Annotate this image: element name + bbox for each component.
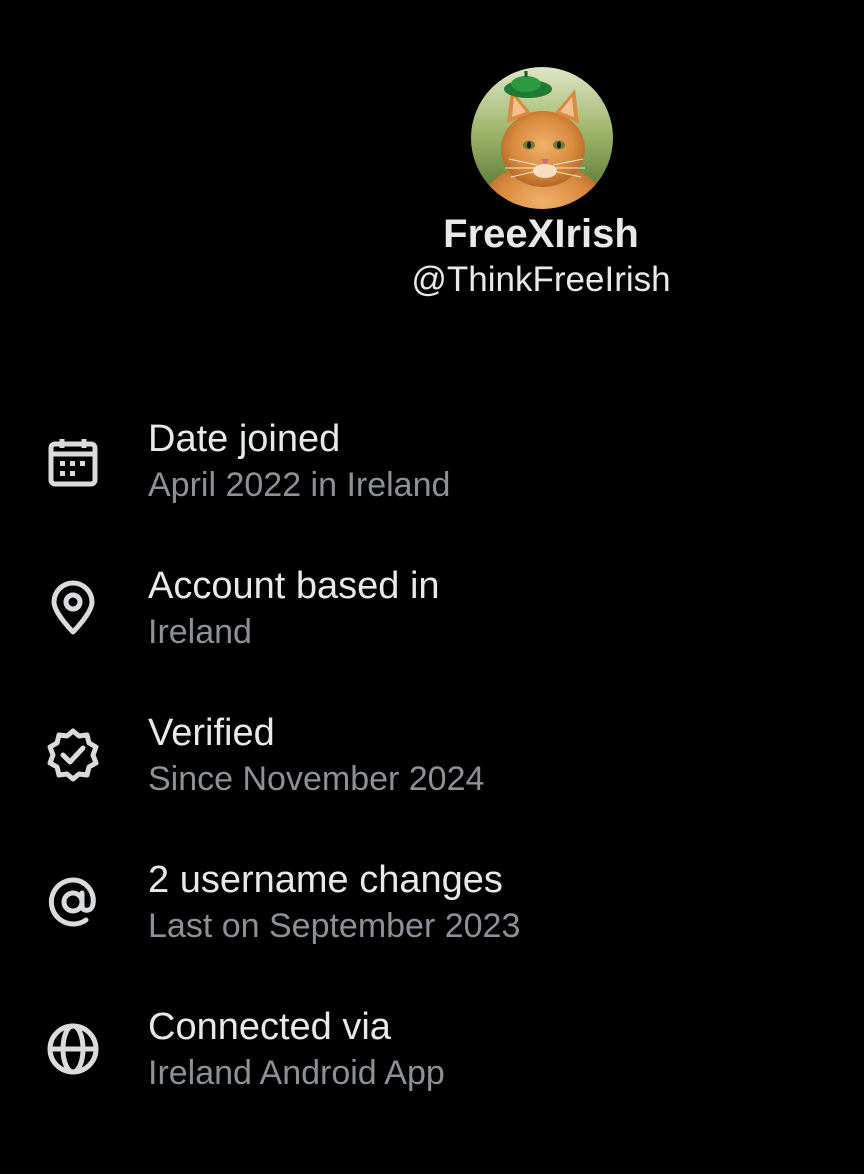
at-sign-icon bbox=[44, 873, 102, 931]
info-verified: Verified Since November 2024 bbox=[0, 706, 864, 826]
info-title: 2 username changes bbox=[148, 859, 503, 901]
info-subtitle: Since November 2024 bbox=[148, 760, 485, 798]
info-date-joined: Date joined April 2022 in Ireland bbox=[0, 412, 864, 532]
verified-badge-icon bbox=[44, 726, 102, 784]
location-pin-icon bbox=[44, 579, 102, 637]
username-handle: @ThinkFreeIrish bbox=[411, 260, 671, 299]
cat-avatar-image bbox=[471, 67, 613, 209]
info-title: Account based in bbox=[148, 565, 440, 607]
info-username-changes: 2 username changes Last on September 202… bbox=[0, 853, 864, 973]
info-title: Connected via bbox=[148, 1006, 391, 1048]
info-subtitle: April 2022 in Ireland bbox=[148, 466, 451, 504]
info-subtitle: Ireland bbox=[148, 613, 252, 651]
calendar-icon bbox=[44, 434, 102, 492]
info-account-based-in: Account based in Ireland bbox=[0, 559, 864, 679]
info-title: Verified bbox=[148, 712, 275, 754]
globe-icon bbox=[44, 1020, 102, 1078]
info-connected-via: Connected via Ireland Android App bbox=[0, 1000, 864, 1120]
info-title: Date joined bbox=[148, 418, 341, 460]
info-subtitle: Last on September 2023 bbox=[148, 907, 521, 945]
display-name: FreeXIrish bbox=[443, 212, 639, 256]
info-subtitle: Ireland Android App bbox=[148, 1054, 445, 1092]
avatar[interactable] bbox=[471, 67, 613, 209]
